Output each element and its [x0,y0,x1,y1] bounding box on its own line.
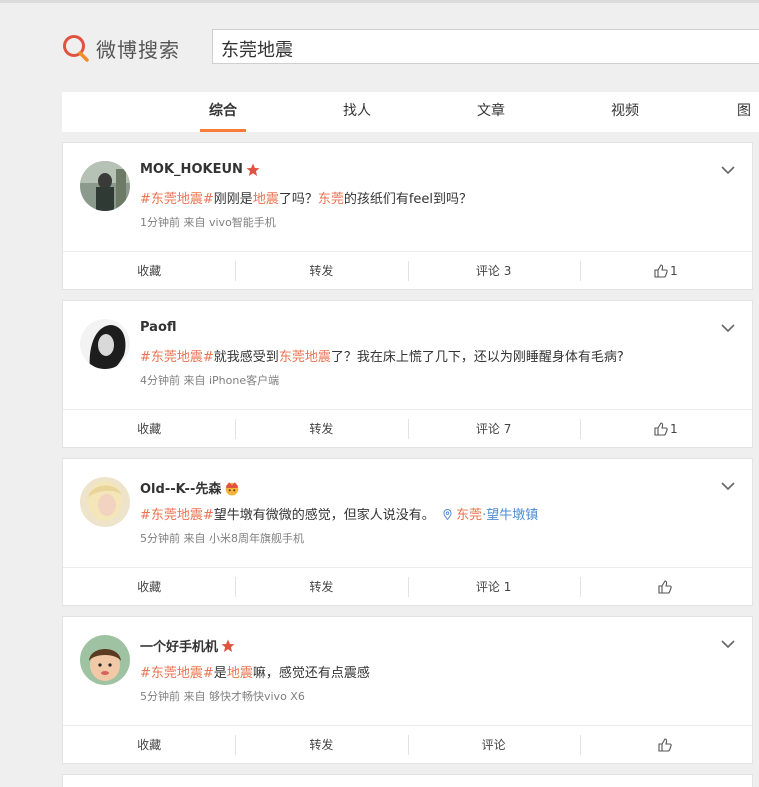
comment-button[interactable]: 评论 7 [407,410,580,447]
avatar-image-icon [80,161,130,211]
repost-button[interactable]: 转发 [235,410,407,447]
keyword-highlight: 地震 [226,666,253,681]
user-name[interactable]: Paofl [140,320,177,335]
keyword-highlight: 东莞 [456,508,483,523]
keyword-highlight: 东莞 [317,192,344,207]
post-card: Paofl #东莞地震#就我感受到东莞地震了？我在床上慌了几下，还以为刚睡醒身体… [62,300,753,448]
avatar[interactable] [80,635,130,685]
keyword-highlight: 地震 [252,192,279,207]
comment-button[interactable]: 评论 3 [407,252,580,289]
like-button[interactable] [579,726,752,763]
location-link[interactable]: 东莞·望牛墩镇 [443,508,538,523]
chevron-down-icon[interactable] [721,481,735,491]
thumbs-up-icon [654,263,668,278]
avatar[interactable] [80,161,130,211]
repost-button[interactable]: 转发 [235,726,407,763]
next-post-card [62,774,753,787]
search-logo-icon [63,35,89,62]
tab-videos[interactable]: 视频 [580,92,670,132]
location-name: 望牛墩镇 [486,508,539,523]
tab-label: 找人 [343,103,371,119]
post-content: #东莞地震#就我感受到东莞地震了？我在床上慌了几下，还以为刚睡醒身体有毛病? [140,350,624,365]
tab-articles[interactable]: 文章 [446,92,536,132]
logo-text: 微博搜索 [96,37,180,62]
like-button[interactable]: 1 [579,252,752,289]
post-meta: 5分钟前 来自 小米8周年旗舰手机 [140,532,304,545]
collect-button[interactable]: 收藏 [63,726,235,763]
post-card: Old--K--先森 #东莞地震#望牛墩有微微的感觉，但家人说没有。 东莞·望牛… [62,458,753,606]
location-pin-icon [443,509,452,521]
user-name[interactable]: 一个好手机机 [140,636,218,655]
tab-people[interactable]: 找人 [312,92,402,132]
post-content: #东莞地震#刚刚是地震了吗？东莞的孩纸们有feel到吗？ [140,192,473,207]
active-tab-indicator [200,129,246,132]
collect-button[interactable]: 收藏 [63,252,235,289]
crown-badge-icon [226,481,239,495]
comment-button[interactable]: 评论 1 [407,568,580,605]
avatar[interactable] [80,477,130,527]
action-bar: 收藏 转发 评论 [63,725,752,763]
tab-comprehensive[interactable]: 综合 [178,92,268,132]
avatar-image-icon [80,635,130,685]
chevron-down-icon[interactable] [721,323,735,333]
keyword-highlight: 东莞地震 [278,350,331,365]
topic-tag[interactable]: #东莞地震# [140,508,214,523]
star-badge-icon [221,639,235,652]
tab-label: 文章 [477,103,505,119]
tab-label: 视频 [611,103,639,119]
post-card: MOK_HOKEUN #东莞地震#刚刚是地震了吗？东莞的孩纸们有feel到吗？ … [62,142,753,290]
weibo-search-logo[interactable]: 微博搜索 [61,31,180,65]
tab-label: 图 [737,103,751,119]
post-meta: 5分钟前 来自 够快才畅快vivo X6 [140,690,305,703]
user-name[interactable]: MOK_HOKEUN [140,162,243,177]
collect-button[interactable]: 收藏 [63,410,235,447]
topic-tag[interactable]: #东莞地震# [140,192,214,207]
avatar[interactable] [80,319,130,369]
user-name[interactable]: Old--K--先森 [140,478,221,497]
search-input[interactable]: 东莞地震 [212,29,759,64]
collect-button[interactable]: 收藏 [63,568,235,605]
post-card: 一个好手机机 #东莞地震#是地震嘛，感觉还有点震感 5分钟前 来自 够快才畅快v… [62,616,753,764]
action-bar: 收藏 转发 评论 1 [63,567,752,605]
repost-button[interactable]: 转发 [235,252,407,289]
header: 微博搜索 东莞地震 [0,0,759,88]
like-button[interactable] [579,568,752,605]
comment-button[interactable]: 评论 [407,726,580,763]
avatar-image-icon [80,319,130,369]
topic-tag[interactable]: #东莞地震# [140,666,214,681]
chevron-down-icon[interactable] [721,165,735,175]
topic-tag[interactable]: #东莞地震# [140,350,214,365]
like-button[interactable]: 1 [579,410,752,447]
post-content: #东莞地震#望牛墩有微微的感觉，但家人说没有。 东莞·望牛墩镇 [140,508,539,523]
chevron-down-icon[interactable] [721,639,735,649]
action-bar: 收藏 转发 评论 7 1 [63,409,752,447]
star-badge-icon [246,163,260,176]
post-meta: 1分钟前 来自 vivo智能手机 [140,216,276,229]
tab-bar: 综合 找人 文章 视频 图 [62,92,759,132]
tab-images[interactable]: 图 [714,92,759,132]
repost-button[interactable]: 转发 [235,568,407,605]
action-bar: 收藏 转发 评论 3 1 [63,251,752,289]
thumbs-up-icon [654,421,668,436]
post-meta: 4分钟前 来自 iPhone客户端 [140,374,280,387]
thumbs-up-icon [658,579,672,594]
thumbs-up-icon [658,737,672,752]
avatar-image-icon [80,477,130,527]
search-query[interactable]: 东莞地震 [221,36,293,62]
post-content: #东莞地震#是地震嘛，感觉还有点震感 [140,666,370,681]
tab-label: 综合 [209,103,237,119]
